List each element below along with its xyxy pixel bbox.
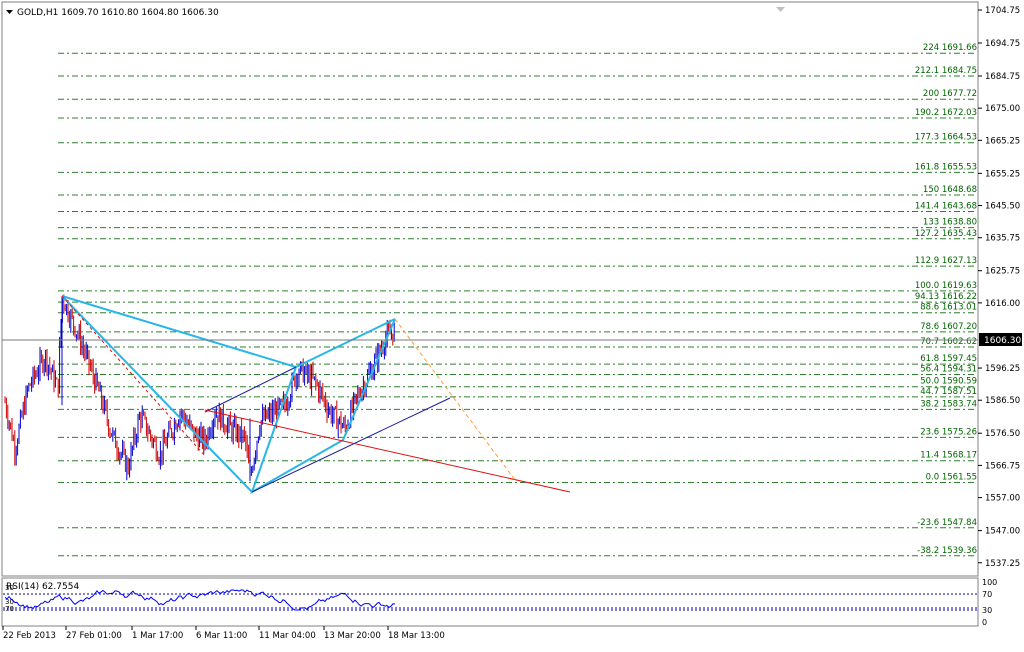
rsi-pane-frame [1, 577, 979, 627]
rsi-axis-label: 30 [982, 606, 992, 615]
fib-level-label: 38.2 1583.74 [920, 399, 977, 409]
chart-canvas[interactable]: GOLD,H1 1609.70 1610.80 1604.80 1606.30 … [0, 0, 1024, 648]
fib-level-label: 200 1677.72 [923, 89, 977, 99]
fib-level-label: 94.13 1616.22 [915, 292, 977, 302]
chart-title: GOLD,H1 1609.70 1610.80 1604.80 1606.30 [17, 8, 219, 18]
price-tick-label: 1547.00 [985, 527, 1020, 537]
rsi-title: RSI(14) 62.7554 [6, 582, 79, 592]
price-tick-label: 1576.50 [985, 429, 1020, 439]
time-axis-label: 27 Feb 01:00 [66, 631, 122, 641]
price-axis: 1704.75 1694.75 1684.75 1675.00 1665.25 1655.… [978, 6, 1020, 569]
fib-level-label: 161.8 1655.53 [915, 162, 977, 172]
fib-level-label: 56.4 1594.31 [920, 364, 977, 374]
time-axis-label: 13 Mar 20:00 [324, 631, 381, 641]
fib-level-label: 78.6 1607.20 [920, 322, 977, 332]
rsi-axis-label: 100 [982, 578, 997, 587]
time-axis-label: 1 Mar 17:00 [132, 631, 183, 641]
price-tick-label: 1537.25 [985, 559, 1020, 569]
rsi-axis-label: 70 [982, 590, 992, 599]
fib-level-label: 50.0 1590.59 [920, 377, 977, 387]
fib-level-label: -23.6 1547.84 [917, 518, 977, 528]
fib-level-label: 190.2 1672.03 [915, 108, 977, 118]
time-axis: 22 Feb 2013 27 Feb 01:00 1 Mar 17:00 6 Mar … [2, 626, 445, 641]
price-tick-label: 1586.50 [985, 396, 1020, 406]
fib-level-label: 0.0 1561.55 [926, 473, 977, 483]
main-pane-frame [1, 1, 979, 577]
price-tick-label: 1557.00 [985, 494, 1020, 504]
price-tick-label: 1655.25 [985, 169, 1020, 179]
fib-level-label: 44.7 1587.51 [920, 387, 977, 397]
price-tick-label: 1665.25 [985, 136, 1020, 146]
fib-level-label: 212.1 1684.75 [915, 66, 977, 76]
fib-level-label: 133 1638.80 [923, 218, 977, 228]
fib-level-label: 112.9 1627.13 [915, 256, 977, 266]
time-axis-label: 6 Mar 11:00 [196, 631, 247, 641]
fib-level-label: 11.4 1568.17 [920, 451, 977, 461]
fib-level-label: 150 1648.68 [923, 185, 977, 195]
rsi-axis-label: 0 [982, 618, 987, 627]
price-tick-label: 1596.25 [985, 364, 1020, 374]
price-tick-label: 1645.50 [985, 202, 1020, 212]
time-axis-label: 22 Feb 2013 [3, 631, 56, 641]
fib-level-label: 141.4 1643.68 [915, 202, 977, 212]
price-tick-label: 1684.75 [985, 72, 1020, 82]
time-axis-label: 18 Mar 13:00 [388, 631, 445, 641]
rsi-left-mark: 70 [5, 605, 14, 613]
price-tick-label: 1635.75 [985, 234, 1020, 244]
price-tick-label: 1704.75 [985, 6, 1020, 16]
fib-level-label: 177.3 1664.53 [915, 133, 977, 143]
chart-window[interactable]: GOLD,H1 1609.70 1610.80 1604.80 1606.30 … [0, 0, 1024, 648]
time-axis-label: 11 Mar 04:00 [259, 631, 316, 641]
price-tick-label: 1566.75 [985, 461, 1020, 471]
fib-level-label: -38.2 1539.36 [917, 546, 977, 556]
fib-level-label: 100.0 1619.63 [915, 281, 977, 291]
current-price-value: 1606.30 [984, 336, 1021, 346]
fib-level-label: 224 1691.66 [923, 43, 977, 53]
fib-level-label: 127.2 1635.43 [915, 229, 977, 239]
price-tick-label: 1616.00 [985, 299, 1020, 309]
fib-level-label: 61.8 1597.45 [920, 354, 977, 364]
price-tick-label: 1675.00 [985, 104, 1020, 114]
fib-level-label: 23.6 1575.26 [920, 427, 977, 437]
price-tick-label: 1694.75 [985, 39, 1020, 49]
price-tick-label: 1625.75 [985, 267, 1020, 277]
fib-level-label: 88.6 1613.01 [920, 303, 977, 313]
fib-level-label: 70.7 1602.62 [920, 337, 977, 347]
